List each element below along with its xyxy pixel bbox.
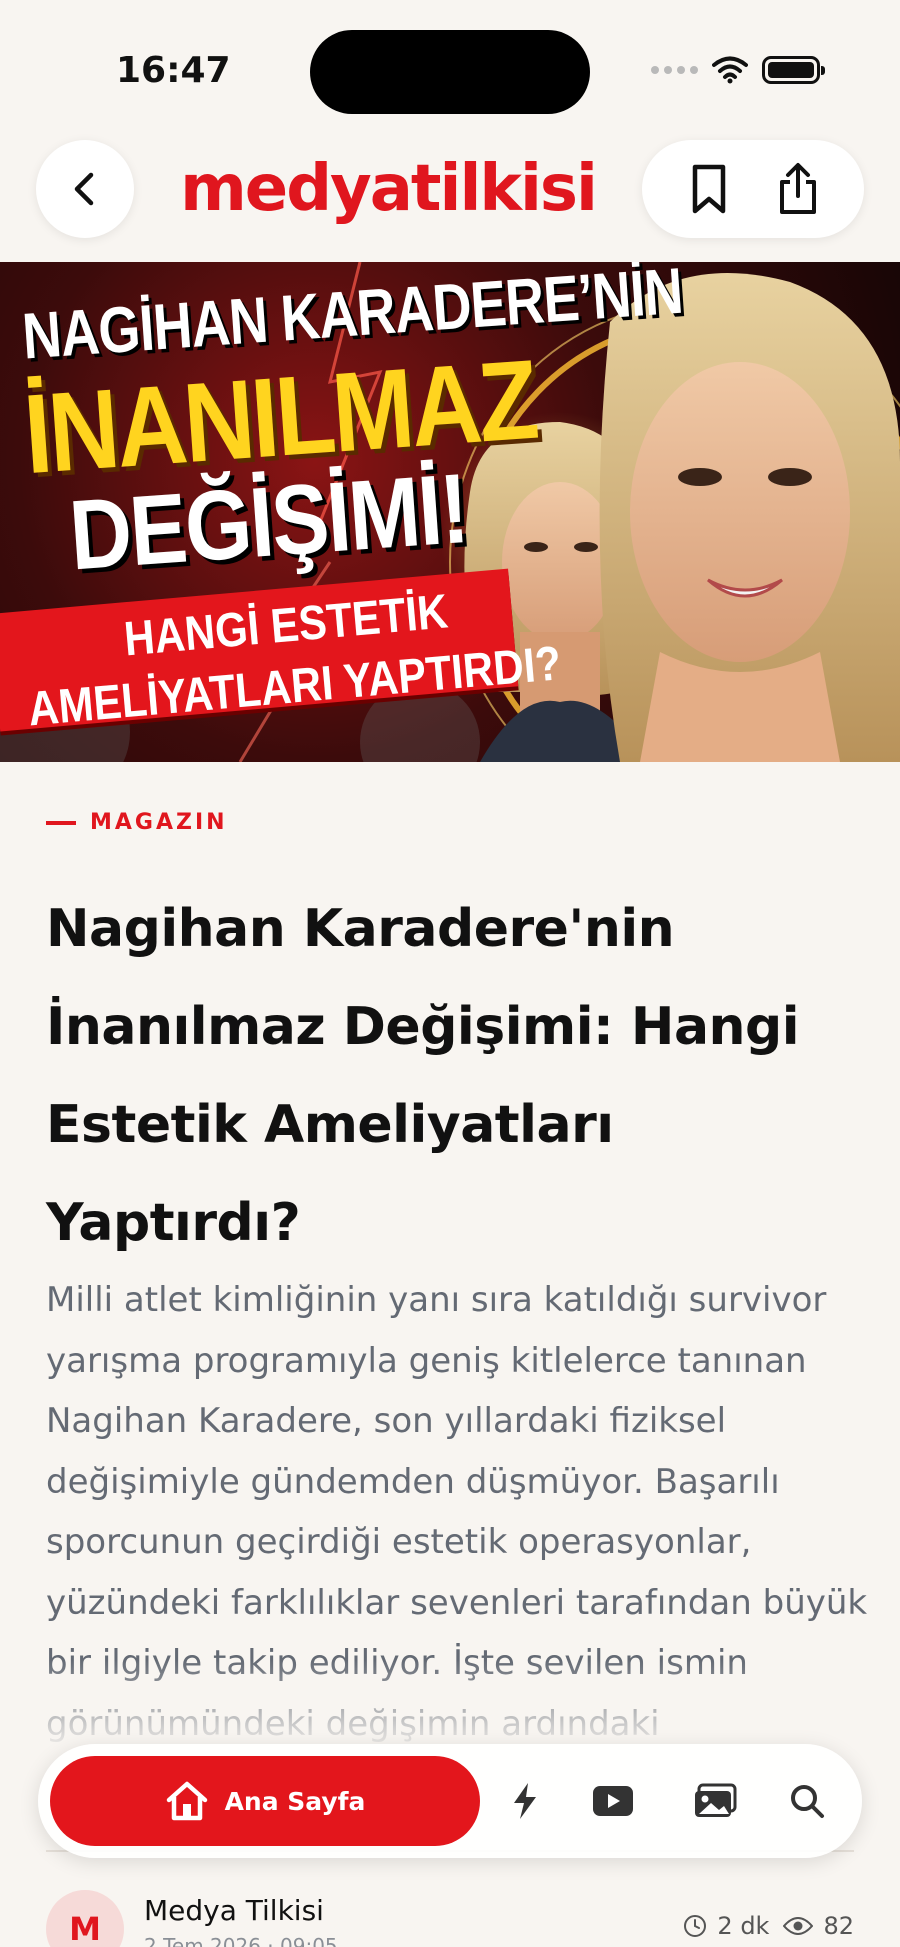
site-logo[interactable]: medyatilkisi: [163, 144, 613, 234]
clock-icon: [684, 1915, 707, 1937]
header-actions: [642, 140, 864, 238]
search-icon: [791, 1785, 824, 1818]
view-count: 82: [783, 1912, 854, 1940]
article-header: medyatilkisi: [0, 130, 900, 260]
author-name[interactable]: Medya Tilkisi: [144, 1894, 324, 1927]
bottom-nav: Ana Sayfa: [38, 1744, 862, 1858]
search-nav-button[interactable]: [778, 1772, 836, 1830]
home-icon: [166, 1781, 207, 1821]
flash-icon: [514, 1783, 536, 1819]
gallery-icon: [695, 1783, 737, 1817]
article-title: Nagihan Karadere'nin İnanılmaz Değişimi:…: [46, 899, 800, 1253]
publish-date: 2 Tem 2026 · 09:05: [144, 1934, 338, 1947]
author-avatar[interactable]: M: [46, 1890, 124, 1947]
video-nav-button[interactable]: [584, 1772, 642, 1830]
category-label: MAGAZIN: [90, 810, 228, 835]
video-icon: [593, 1786, 633, 1816]
hero-image: NAGİHAN KARADERE’NİN İNANILMAZ DEĞİŞİMİ!…: [0, 262, 900, 762]
category-tag[interactable]: MAGAZIN: [46, 810, 228, 835]
share-icon: [779, 163, 816, 214]
home-nav-button[interactable]: Ana Sayfa: [50, 1756, 480, 1846]
share-button[interactable]: [768, 159, 828, 219]
home-nav-label: Ana Sayfa: [224, 1786, 366, 1816]
read-time: 2 dk: [683, 1912, 769, 1940]
bookmark-icon: [692, 164, 725, 214]
bookmark-button[interactable]: [679, 159, 739, 219]
category-dash: [46, 820, 76, 825]
status-icons: [651, 56, 825, 84]
dynamic-island: [310, 30, 590, 114]
eye-icon: [783, 1917, 814, 1935]
cellular-signal-icon: [651, 66, 698, 74]
flash-nav-button[interactable]: [496, 1772, 554, 1830]
back-button[interactable]: [36, 140, 134, 238]
status-time: 16:47: [116, 50, 231, 91]
view-count-value: 82: [823, 1912, 854, 1940]
gallery-nav-button[interactable]: [686, 1772, 744, 1830]
battery-icon: [762, 56, 825, 84]
status-bar: 16:47: [0, 0, 900, 130]
chevron-left-icon: [74, 172, 94, 206]
article-meta: 2 dk 82: [683, 1912, 854, 1940]
read-time-value: 2 dk: [717, 1912, 770, 1940]
wifi-icon: [712, 56, 748, 84]
